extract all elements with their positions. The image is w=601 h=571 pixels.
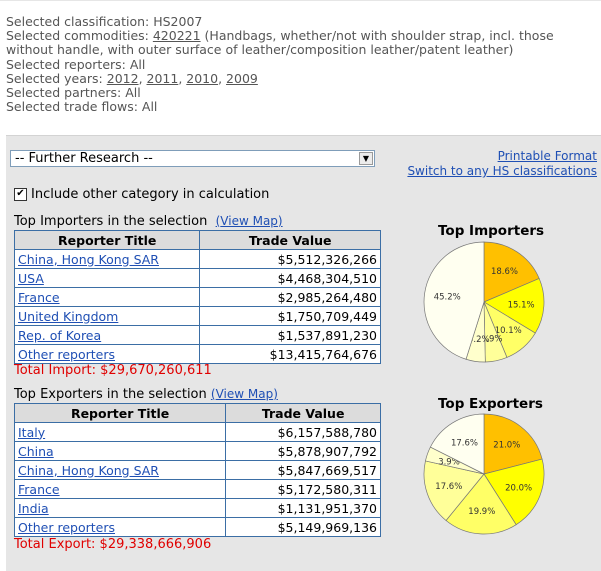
selected-trade-flows: Selected trade flows: All (6, 99, 158, 115)
selected-classification: Selected classification: HS2007 (6, 14, 203, 29)
trade-value: $4,468,304,510 (199, 268, 381, 288)
table-row: Other reporters $5,149,969,136 (13, 517, 381, 537)
table-header-row: Reporter Title Trade Value (13, 403, 381, 423)
reporter-link[interactable]: China, Hong Kong SAR (18, 463, 159, 478)
table-row: China, Hong Kong SAR $5,512,326,266 (13, 249, 381, 269)
exporters-pie-label: 21.0% (493, 441, 520, 451)
trade-value: $5,878,907,792 (225, 441, 381, 461)
trade-value: $1,537,891,230 (199, 325, 381, 345)
exporters-pie-label: 19.9% (468, 507, 495, 517)
table-row: USA $4,468,304,510 (13, 268, 381, 288)
reporter-link[interactable]: United Kingdom (18, 309, 118, 324)
table-row: India $1,131,951,370 (13, 498, 381, 518)
trade-value: $5,847,669,517 (225, 460, 381, 480)
commodity-code-link[interactable]: 420221 (153, 28, 201, 43)
table-row: United Kingdom $1,750,709,449 (13, 306, 381, 326)
column-header-trade-value: Trade Value (199, 230, 381, 250)
year-link-2009[interactable]: 2009 (226, 71, 258, 86)
include-other-label: Include other category in calculation (31, 187, 270, 202)
importers-section-title: Top Importers in the selection (View Map… (14, 214, 283, 229)
further-research-select[interactable]: -- Further Research -- ▼ (10, 150, 375, 167)
table-row: China $5,878,907,792 (13, 441, 381, 461)
reporter-link[interactable]: India (18, 501, 49, 516)
include-other-row: ✔ Include other category in calculation (14, 187, 269, 202)
reporter-link[interactable]: France (18, 290, 60, 305)
exporters-pie-title: Top Exporters (438, 396, 543, 412)
reporter-link[interactable]: France (18, 482, 60, 497)
exporters-pie-chart: 21.0%20.0%19.9%17.6%3.9%17.6% (423, 413, 545, 535)
trade-value: $5,512,326,266 (199, 249, 381, 269)
table-row: Italy $6,157,588,780 (13, 422, 381, 442)
reporter-link[interactable]: Italy (18, 425, 45, 440)
exporters-section-title: Top Exporters in the selection (View Map… (14, 387, 278, 402)
importers-pie-label: 18.6% (491, 267, 518, 277)
printable-format-link[interactable]: Printable Format (407, 149, 597, 164)
year-link-2012[interactable]: 2012 (107, 71, 139, 86)
column-header-reporter: Reporter Title (13, 403, 227, 423)
commodity-description: without handle, with outer surface of le… (6, 42, 514, 58)
table-row: Rep. of Korea $1,537,891,230 (13, 325, 381, 345)
importers-pie-chart: 18.6%15.1%10.1%5.9%5.2%45.2% (423, 241, 545, 363)
selected-reporters: Selected reporters: All (6, 56, 146, 72)
table-row: France $5,172,580,311 (13, 479, 381, 499)
selected-partners: Selected partners: All (6, 85, 141, 101)
total-export: Total Export: $29,338,666,906 (14, 537, 212, 552)
importers-pie-label: 15.1% (508, 301, 535, 311)
dropdown-arrow-icon[interactable]: ▼ (359, 152, 373, 165)
column-header-reporter: Reporter Title (13, 230, 201, 250)
table-row: China, Hong Kong SAR $5,847,669,517 (13, 460, 381, 480)
table-row: Other reporters $13,415,764,676 (13, 344, 381, 364)
exporters-table: Reporter Title Trade Value Italy $6,157,5… (13, 403, 381, 537)
year-link-2010[interactable]: 2010 (186, 71, 218, 86)
reporter-link[interactable]: Other reporters (18, 347, 115, 362)
switch-hs-link[interactable]: Switch to any HS classifications (407, 164, 597, 179)
trade-value: $6,157,588,780 (225, 422, 381, 442)
exporters-pie-label: 17.6% (435, 482, 462, 492)
trade-value: $1,131,951,370 (225, 498, 381, 518)
exporters-pie-label: 20.0% (505, 484, 532, 494)
table-header-row: Reporter Title Trade Value (13, 230, 381, 250)
exporters-pie-label: 17.6% (451, 438, 478, 448)
trade-value: $13,415,764,676 (199, 344, 381, 364)
exporters-view-map-link[interactable]: (View Map) (211, 387, 278, 401)
top-divider (0, 0, 601, 1)
reporter-link[interactable]: USA (18, 271, 44, 286)
reporter-link[interactable]: China (18, 444, 54, 459)
selected-years: Selected years: 2012, 2011, 2010, 2009 (6, 70, 258, 86)
trade-value: $2,985,264,480 (199, 287, 381, 307)
importers-table: Reporter Title Trade Value China, Hong K… (13, 230, 381, 364)
importers-pie-label: 45.2% (434, 292, 461, 302)
table-row: France $2,985,264,480 (13, 287, 381, 307)
selection-summary: Selected classification: HS2007 Selected… (6, 14, 596, 115)
column-header-trade-value: Trade Value (225, 403, 381, 423)
trade-value: $5,172,580,311 (225, 479, 381, 499)
trade-value: $1,750,709,449 (199, 306, 381, 326)
importers-view-map-link[interactable]: (View Map) (216, 214, 283, 228)
reporter-link[interactable]: China, Hong Kong SAR (18, 252, 159, 267)
total-import: Total Import: $29,670,260,611 (14, 363, 212, 378)
year-link-2011[interactable]: 2011 (147, 71, 179, 86)
importers-pie-title: Top Importers (438, 223, 545, 239)
reporter-link[interactable]: Rep. of Korea (18, 328, 101, 343)
selected-commodities: Selected commodities: 420221 (Handbags, … (6, 28, 554, 44)
top-links: Printable Format Switch to any HS classi… (407, 149, 597, 179)
include-other-checkbox[interactable]: ✔ (14, 188, 27, 201)
trade-value: $5,149,969,136 (225, 517, 381, 537)
reporter-link[interactable]: Other reporters (18, 520, 115, 535)
